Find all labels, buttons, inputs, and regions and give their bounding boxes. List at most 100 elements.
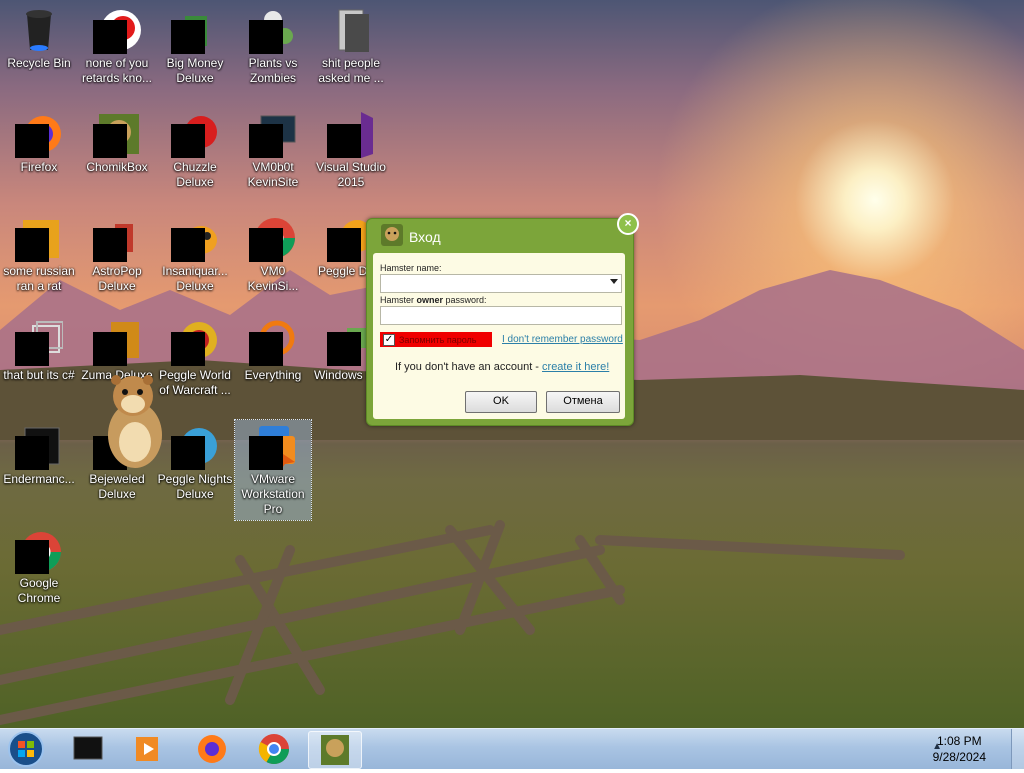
desktop-icon-shit-people-asked[interactable]: shit people asked me ... (313, 0, 389, 86)
desktop-icon-firefox[interactable]: Firefox (1, 104, 77, 175)
icon-label: Visual Studio 2015 (316, 160, 386, 189)
hamster-name-combobox[interactable] (380, 274, 622, 293)
owner-password-input[interactable] (380, 306, 622, 325)
desktop-icon-astropop[interactable]: AstroPop Deluxe (79, 208, 155, 294)
clock-date: 9/28/2024 (932, 750, 986, 764)
password-label-part: Hamster (380, 295, 417, 305)
recycle-bin-icon (15, 6, 63, 54)
icon-label: Insaniquar... Deluxe (162, 264, 228, 293)
desktop-icon-google-chrome[interactable]: Google Chrome (1, 520, 77, 606)
game-icon (249, 6, 297, 54)
forgot-password-link[interactable]: I don't remember password (502, 334, 623, 345)
icon-label: Peggle Nights Deluxe (157, 472, 233, 501)
game-icon (171, 318, 219, 366)
wooden-fence (0, 520, 905, 725)
taskbar-firefox[interactable] (186, 731, 238, 767)
close-button[interactable]: × (617, 213, 639, 235)
chrome-icon (258, 734, 289, 765)
cancel-button[interactable]: Отмена (546, 391, 620, 413)
hamster-logo-icon (381, 223, 403, 251)
desktop-icon-big-money[interactable]: Big Money Deluxe (157, 0, 233, 86)
redaction-box (327, 332, 361, 366)
clock-time: 1:08 PM (936, 734, 982, 748)
redaction-box (327, 228, 361, 262)
icon-label: VM0 KevinSi... (247, 264, 299, 293)
icon-label: ChomikBox (86, 160, 148, 174)
redaction-box (171, 124, 205, 158)
taskbar-chrome[interactable] (248, 731, 300, 767)
dialog-titlebar: Вход (381, 223, 441, 251)
desktop-icon-chuzzle[interactable]: Chuzzle Deluxe (157, 104, 233, 190)
app-icon (15, 214, 63, 262)
desktop-icon-insaniquarium[interactable]: Insaniquar... Deluxe (157, 208, 233, 294)
desktop-icon-none-of-you[interactable]: none of you retards kno... (79, 0, 155, 86)
icon-label: Bejeweled Deluxe (89, 472, 145, 501)
hamster-mascot[interactable] (100, 370, 170, 470)
login-dialog: × Вход Hamster name: Hamster owner passw… (366, 213, 639, 426)
icon-label: some russian ran a rat (3, 264, 75, 293)
icon-label: none of you retards kno... (81, 56, 153, 85)
desktop-icon-endermanch[interactable]: Endermanc... (1, 416, 77, 487)
redaction-box (249, 332, 283, 366)
windows-logo-icon (8, 731, 44, 767)
create-account-link[interactable]: create it here! (542, 361, 609, 373)
taskbar-terminal[interactable] (62, 731, 114, 767)
start-button[interactable] (6, 730, 46, 768)
icon-label: Big Money Deluxe (166, 56, 224, 85)
app-icon (15, 422, 63, 470)
game-icon (171, 6, 219, 54)
terminal-icon (73, 736, 103, 760)
desktop-icon-everything[interactable]: Everything (235, 312, 311, 383)
remember-password-checkbox[interactable]: ✓ Запомнить пароль (380, 332, 492, 347)
redaction-box (327, 124, 361, 158)
ok-button[interactable]: OK (465, 391, 537, 413)
desktop-icon-vm0-kevinsite[interactable]: VM0 KevinSi... (235, 208, 311, 294)
desktop-icon-vm0b0t[interactable]: VM0b0t KevinSite (235, 104, 311, 190)
redaction-box (171, 20, 205, 54)
desktop-icon-recycle-bin[interactable]: Recycle Bin (1, 0, 77, 71)
taskbar: ▲ 1:08 PM 9/28/2024 (0, 728, 1024, 769)
redaction-box (15, 228, 49, 262)
checkmark-icon[interactable]: ✓ (383, 333, 395, 346)
desktop-icon-plants-vs-zombies[interactable]: Plants vs Zombies (235, 0, 311, 86)
hamster-name-label: Hamster name: (380, 263, 442, 273)
hamster-name-value (381, 280, 384, 291)
icon-label: Plants vs Zombies (248, 56, 298, 85)
taskbar-chomikbox[interactable] (308, 731, 362, 769)
chrome-icon (15, 526, 63, 574)
vmware-icon (249, 422, 297, 472)
visual-studio-icon (327, 110, 375, 158)
redaction-box (15, 436, 49, 470)
redaction-box (15, 540, 49, 574)
desktop-icon-visual-studio[interactable]: Visual Studio 2015 (313, 104, 389, 190)
app-icon (93, 6, 141, 54)
redaction-box (249, 124, 283, 158)
desktop-icon-that-but-csharp[interactable]: that but its c# (1, 312, 77, 383)
firefox-icon (198, 735, 226, 763)
desktop-icon-chomikbox[interactable]: ChomikBox (79, 104, 155, 175)
redaction-box (249, 228, 283, 262)
game-icon (93, 214, 141, 262)
monitor-icon (249, 110, 297, 158)
desktop-icon-russian-rat[interactable]: some russian ran a rat (1, 208, 77, 294)
taskbar-media-player[interactable] (122, 731, 174, 767)
media-player-icon (136, 737, 158, 761)
chevron-down-icon[interactable] (610, 279, 618, 284)
dialog-title: Вход (409, 229, 441, 245)
redaction-box (249, 436, 283, 470)
show-desktop-button[interactable] (1011, 729, 1024, 769)
redaction-box (171, 228, 205, 262)
desktop-icon-vmware[interactable]: VMware Workstation Pro (234, 419, 312, 521)
chrome-icon (249, 214, 297, 262)
icon-label: that but its c# (3, 368, 75, 382)
redaction-box (93, 332, 127, 366)
redaction-box (93, 20, 127, 54)
system-clock[interactable]: 1:08 PM 9/28/2024 (933, 733, 986, 765)
game-icon (93, 318, 141, 366)
redaction-box (15, 124, 49, 158)
icon-label: Recycle Bin (7, 56, 71, 70)
icon-label: Chuzzle Deluxe (173, 160, 217, 189)
no-account-line: If you don't have an account - create it… (395, 361, 609, 373)
password-label-part: password: (443, 295, 487, 305)
chomikbox-icon (93, 110, 141, 158)
